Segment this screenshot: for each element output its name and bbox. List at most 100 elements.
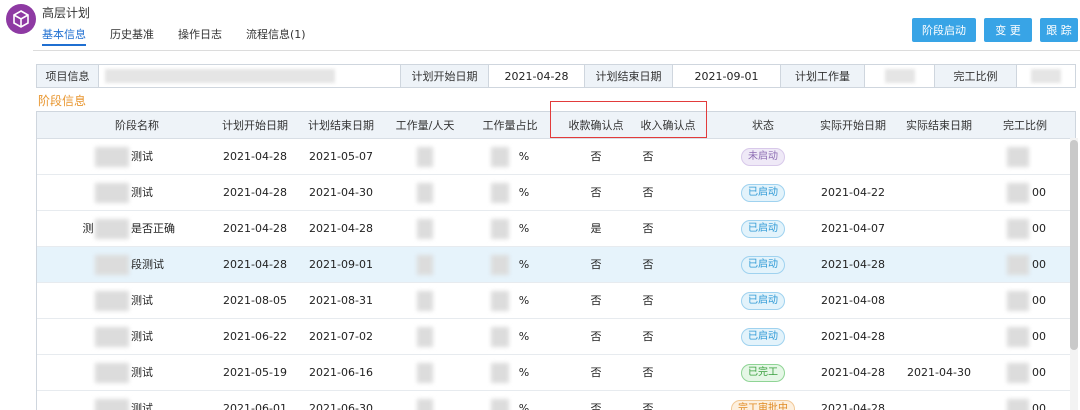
cell-workload-ratio: % — [518, 294, 530, 307]
cell-workload-ratio: % — [518, 258, 530, 271]
cell-completion: 00 — [1032, 402, 1046, 410]
header-income-confirm: 收入确认点 — [640, 119, 696, 132]
cell-workload-ratio: % — [518, 186, 530, 199]
cell-actual-end — [901, 319, 977, 355]
stage-start-button[interactable]: 阶段启动 — [912, 18, 976, 42]
redacted-block — [491, 291, 509, 311]
cell-payment-confirm: 否 — [590, 258, 602, 271]
table-row[interactable]: 测试 2021-06-22 2021-07-02% 否 否 2021-04-28 00 已启动 — [37, 319, 1075, 355]
cell-payment-confirm: 否 — [590, 186, 602, 199]
tab-operation-log[interactable]: 操作日志 — [178, 26, 222, 44]
redacted-block — [491, 255, 509, 275]
redacted-block — [417, 183, 433, 203]
cell-actual-end — [901, 391, 977, 410]
stage-table: 阶段名称 计划开始日期 计划结束日期 工作量/人天 工作量占比 收款确认点 收入… — [36, 111, 1076, 410]
cell-actual-end — [901, 211, 977, 247]
cell-stage-name: 段测试 — [131, 258, 164, 271]
tab-process-info[interactable]: 流程信息(1) — [246, 26, 306, 44]
status-badge: 已启动 — [741, 328, 785, 346]
cell-payment-confirm: 否 — [590, 366, 602, 379]
cell-plan-end: 2021-06-16 — [309, 366, 373, 379]
cell-plan-start: 2021-06-01 — [223, 402, 287, 410]
cell-stage-name: 测试 — [131, 186, 153, 199]
plan-workload-value — [865, 65, 935, 87]
plan-start-value: 2021-04-28 — [489, 65, 585, 87]
redacted-block — [95, 183, 129, 203]
completion-value — [1017, 65, 1075, 87]
redacted-block — [95, 399, 129, 410]
status-badge: 已启动 — [741, 256, 785, 274]
track-button[interactable]: 跟 踪 — [1040, 18, 1078, 42]
tab-label: 基本信息 — [42, 28, 86, 41]
cell-income-confirm: 否 — [642, 366, 654, 379]
plan-workload-label: 计划工作量 — [781, 65, 865, 87]
tab-label: 历史基准 — [110, 28, 154, 41]
cell-plan-start: 2021-06-22 — [223, 330, 287, 343]
status-badge: 完工审批中 — [731, 400, 795, 410]
cell-plan-start: 2021-04-28 — [223, 222, 287, 235]
header-workload: 工作量/人天 — [395, 119, 455, 132]
header-payment-confirm: 收款确认点 — [568, 119, 624, 132]
cell-status: 已启动 — [723, 283, 803, 319]
header-stage-name: 阶段名称 — [115, 119, 159, 132]
cell-completion — [1029, 139, 1049, 175]
header-completion: 完工比例 — [1003, 119, 1047, 132]
redacted-block — [417, 399, 433, 410]
table-row[interactable]: 测试 2021-04-28 2021-04-30% 否 否 2021-04-22 00 已启动 — [37, 175, 1075, 211]
cell-plan-start: 2021-04-28 — [223, 258, 287, 271]
cell-completion: 00 — [1032, 186, 1046, 199]
cell-actual-start: 2021-04-08 — [821, 294, 885, 307]
cell-actual-start — [815, 139, 891, 175]
cube-icon — [13, 10, 29, 28]
redacted-block — [417, 363, 433, 383]
redacted-block — [1007, 399, 1029, 410]
table-row[interactable]: 测试 2021-06-01 2021-06-30% 否 否 2021-04-28 00 完工审… — [37, 391, 1075, 410]
scrollbar-thumb[interactable] — [1070, 140, 1078, 350]
cell-stage-name: 测试 — [131, 330, 153, 343]
cell-plan-end: 2021-06-30 — [309, 402, 373, 410]
divider — [33, 50, 1080, 51]
cell-actual-end — [901, 139, 977, 175]
plan-end-label: 计划结束日期 — [585, 65, 673, 87]
cell-workload-ratio: % — [518, 366, 530, 379]
table-row[interactable]: 测试 2021-05-19 2021-06-16% 否 否 2021-04-28 2021-… — [37, 355, 1075, 391]
cell-payment-confirm: 是 — [590, 222, 602, 235]
cell-plan-start: 2021-08-05 — [223, 294, 287, 307]
section-title: 阶段信息 — [38, 94, 87, 108]
redacted-block — [95, 291, 129, 311]
table-row[interactable]: 测 是否正确 2021-04-28 2021-04-28% 是 否 2021-04-07 00… — [37, 211, 1075, 247]
cell-actual-start: 2021-04-28 — [821, 402, 885, 410]
cell-plan-end: 2021-07-02 — [309, 330, 373, 343]
table-row[interactable]: 段测试 2021-04-28 2021-09-01% 否 否 2021-04-28 00 已启… — [37, 247, 1075, 283]
project-info-row: 项目信息 计划开始日期 2021-04-28 计划结束日期 2021-09-01… — [36, 64, 1076, 88]
tab-basic-info[interactable]: 基本信息 — [42, 26, 86, 46]
redacted-block — [95, 255, 129, 275]
redacted-block — [95, 147, 129, 167]
cell-payment-confirm: 否 — [590, 294, 602, 307]
cell-actual-end: 2021-04-30 — [907, 366, 971, 379]
redacted-block — [417, 147, 433, 167]
change-button[interactable]: 变 更 — [984, 18, 1032, 42]
redacted-block — [1007, 147, 1029, 167]
cell-actual-start: 2021-04-07 — [821, 222, 885, 235]
cell-actual-start: 2021-04-28 — [821, 366, 885, 379]
status-badge: 未启动 — [741, 148, 785, 166]
cell-plan-end: 2021-04-30 — [309, 186, 373, 199]
cell-stage-name: 测试 — [131, 150, 153, 163]
table-row[interactable]: 测试 2021-04-28 2021-05-07% 否 否 未启动 — [37, 139, 1075, 175]
cell-income-confirm: 否 — [642, 402, 654, 410]
cell-plan-start: 2021-05-19 — [223, 366, 287, 379]
project-info-value — [99, 65, 401, 87]
cell-stage-name-prefix: 测 — [82, 222, 94, 235]
cell-plan-end: 2021-04-28 — [309, 222, 373, 235]
table-row[interactable]: 测试 2021-08-05 2021-08-31% 否 否 2021-04-08 00 已启动 — [37, 283, 1075, 319]
status-badge: 已启动 — [741, 184, 785, 202]
cell-completion: 00 — [1032, 222, 1046, 235]
tab-bar: 基本信息 历史基准 操作日志 流程信息(1) — [42, 26, 330, 46]
header-status: 状态 — [752, 119, 774, 132]
tab-history-baseline[interactable]: 历史基准 — [110, 26, 154, 44]
cell-completion: 00 — [1032, 366, 1046, 379]
app-title: 高层计划 — [42, 6, 91, 20]
cell-completion: 00 — [1032, 258, 1046, 271]
cell-plan-end: 2021-08-31 — [309, 294, 373, 307]
